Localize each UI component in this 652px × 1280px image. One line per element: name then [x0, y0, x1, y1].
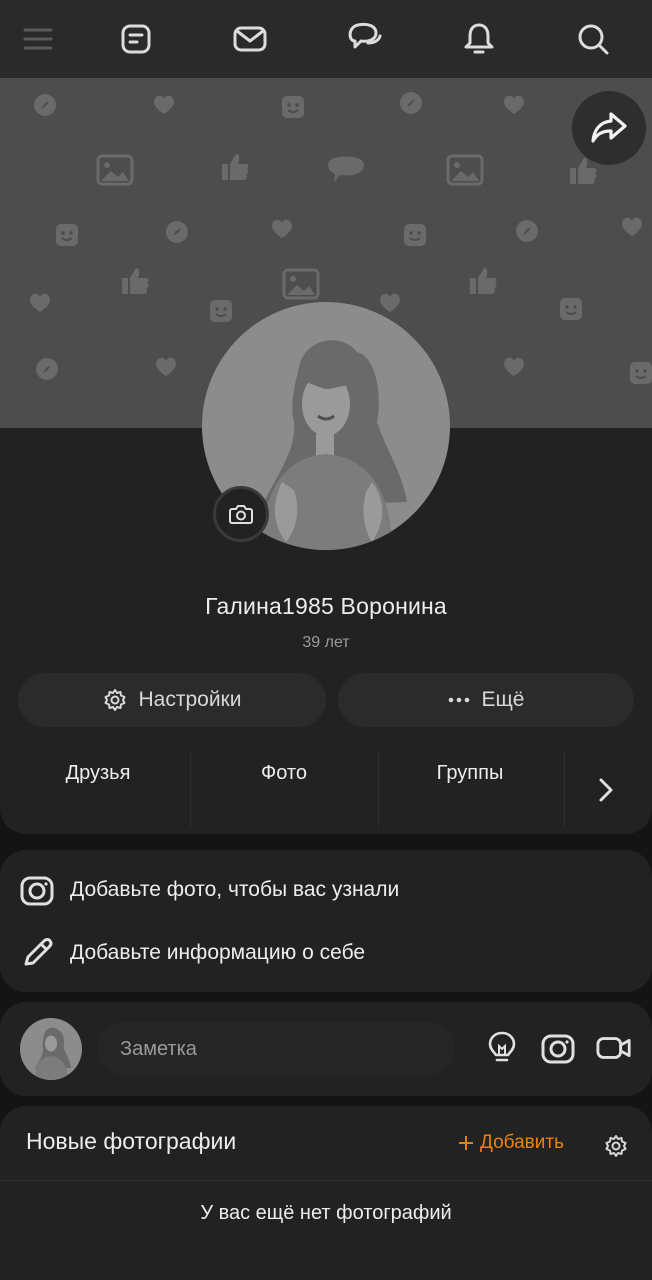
- more-button[interactable]: Ещё: [338, 673, 634, 727]
- plus-icon: [459, 1136, 473, 1150]
- settings-button[interactable]: Настройки: [18, 673, 326, 727]
- add-photo-prompt[interactable]: Добавьте фото, чтобы вас узнали: [20, 872, 399, 908]
- tab-friends[interactable]: Друзья: [18, 762, 178, 792]
- menu-icon[interactable]: [18, 19, 58, 59]
- note-avatar[interactable]: [20, 1018, 82, 1080]
- add-info-prompt[interactable]: Добавьте информацию о себе: [20, 935, 365, 971]
- avatar-placeholder-woman: [35, 1027, 72, 1080]
- camera-icon: [541, 1034, 575, 1064]
- lightbulb-icon: [488, 1031, 516, 1062]
- video-camera-icon: [596, 1037, 631, 1059]
- gear-icon: [104, 689, 125, 711]
- tab-divider: [190, 752, 191, 828]
- add-video-button[interactable]: [596, 1030, 632, 1066]
- top-navigation-bar: [0, 0, 652, 78]
- more-label: Ещё: [481, 688, 525, 711]
- section-divider: [0, 1180, 652, 1181]
- profile-age: 39 лет: [302, 634, 350, 651]
- add-photo-button[interactable]: [540, 1030, 576, 1066]
- note-input[interactable]: Заметка: [98, 1022, 454, 1076]
- add-photo-label: Добавьте фото, чтобы вас узнали: [70, 878, 400, 901]
- share-icon: [591, 112, 627, 143]
- settings-label: Настройки: [138, 688, 242, 711]
- add-photos-label: Добавить: [480, 1132, 564, 1153]
- idea-button[interactable]: [484, 1030, 520, 1066]
- tab-groups[interactable]: Группы: [390, 762, 550, 792]
- profile-name: Галина1985 Воронина: [205, 593, 447, 619]
- add-photos-button[interactable]: Добавить: [458, 1132, 564, 1154]
- camera-icon: [20, 876, 54, 906]
- chevron-right-icon: [599, 778, 613, 802]
- chat-icon[interactable]: [344, 19, 384, 59]
- change-avatar-button[interactable]: [213, 486, 269, 542]
- share-button[interactable]: [572, 91, 646, 165]
- pencil-icon: [24, 938, 53, 966]
- feed-icon[interactable]: [116, 19, 156, 59]
- bell-icon[interactable]: [459, 19, 499, 59]
- section-title: Новые фотографии: [26, 1128, 237, 1154]
- more-dots-icon: [448, 697, 469, 703]
- camera-icon: [229, 505, 253, 524]
- search-icon[interactable]: [573, 19, 613, 59]
- empty-photos-message: У вас ещё нет фотографий: [200, 1202, 452, 1224]
- photos-settings-button[interactable]: [600, 1130, 632, 1162]
- gear-icon: [605, 1135, 627, 1157]
- tab-divider: [564, 752, 565, 828]
- tab-photos[interactable]: Фото: [204, 762, 364, 792]
- add-info-label: Добавьте информацию о себе: [70, 941, 366, 964]
- mail-icon[interactable]: [230, 19, 270, 59]
- tabs-next-button[interactable]: [586, 770, 626, 810]
- tab-divider: [378, 752, 379, 828]
